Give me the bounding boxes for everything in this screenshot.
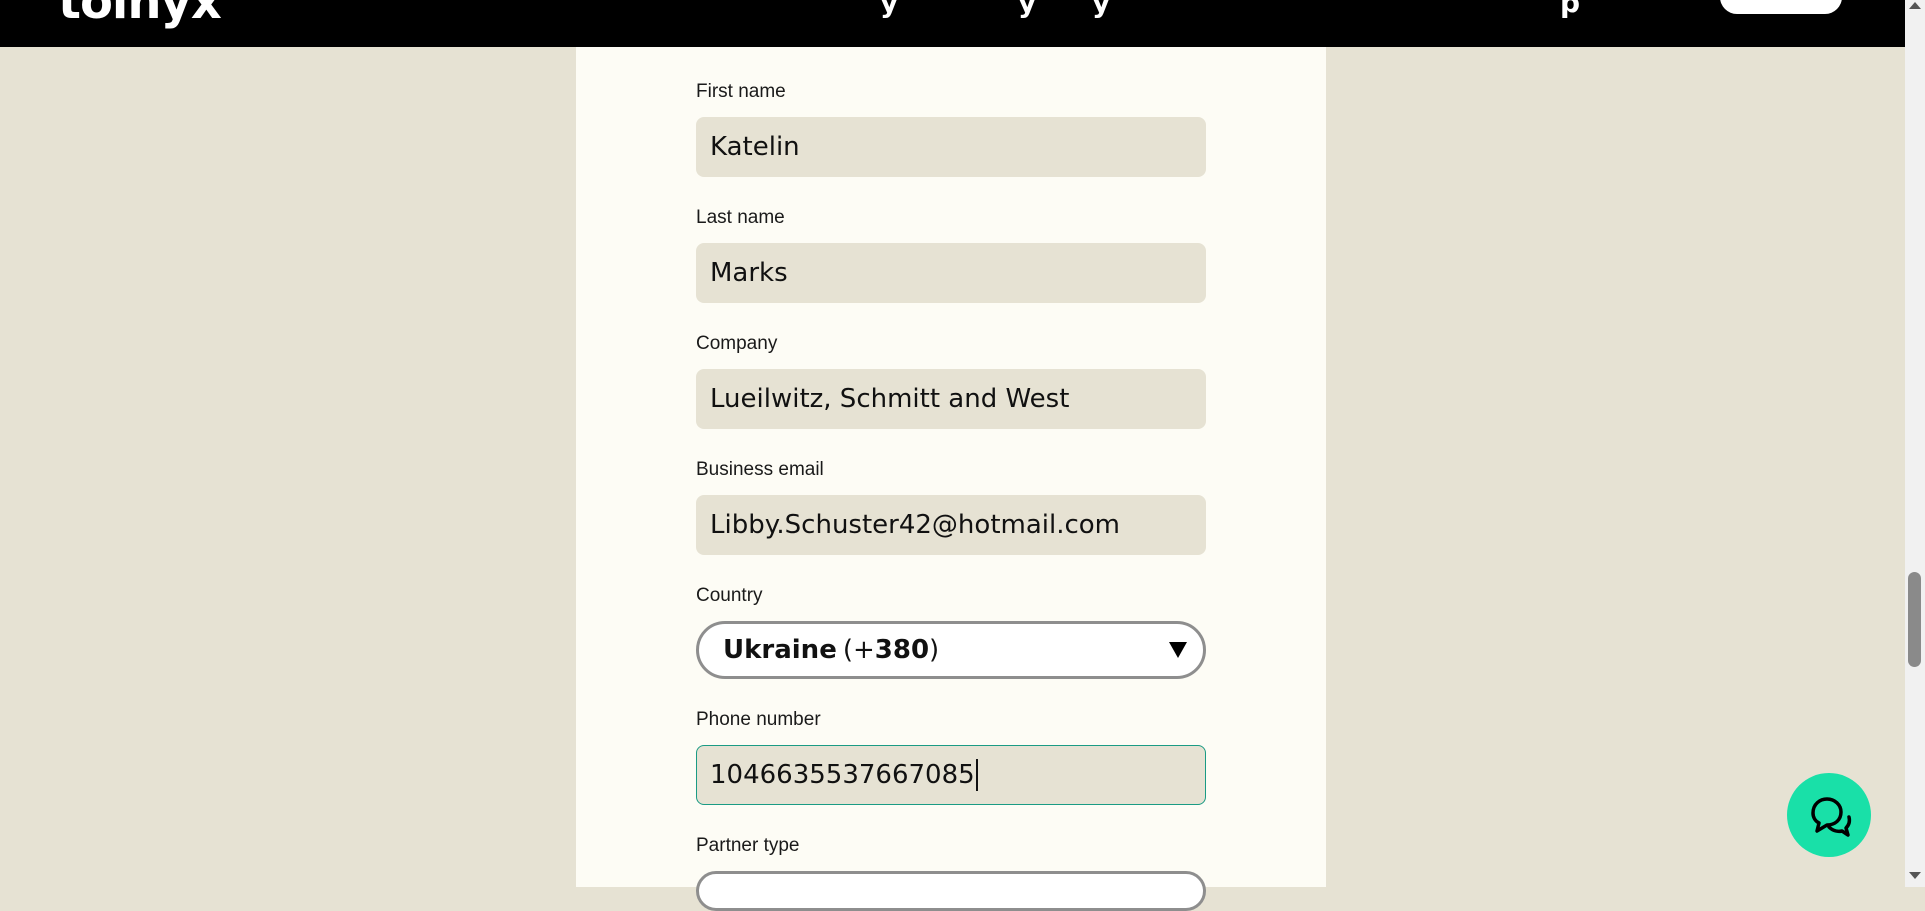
country-name: Ukraine [723, 635, 837, 665]
phone-number-label: Phone number [696, 709, 821, 730]
nav-item[interactable]: p [1560, 0, 1580, 19]
nav-item[interactable]: y [1092, 0, 1110, 19]
chat-button[interactable] [1787, 773, 1871, 857]
business-email-field[interactable]: Libby.Schuster42@hotmail.com [696, 495, 1206, 555]
triangle-down-icon [1169, 642, 1187, 658]
last-name-field[interactable]: Marks [696, 243, 1206, 303]
last-name-label: Last name [696, 207, 785, 228]
scroll-down-arrow-icon[interactable] [1909, 872, 1921, 879]
scrollbar-track[interactable] [1905, 0, 1925, 887]
text-caret [975, 759, 978, 791]
scroll-up-arrow-icon[interactable] [1909, 2, 1921, 9]
last-name-value: Marks [710, 258, 788, 288]
partner-type-select[interactable] [696, 871, 1206, 911]
header-cta-button[interactable] [1720, 0, 1842, 14]
phone-number-field[interactable]: 1046635537667085 [696, 745, 1206, 805]
first-name-value: Katelin [710, 132, 800, 162]
nav-item[interactable]: y [880, 0, 898, 19]
business-email-value: Libby.Schuster42@hotmail.com [710, 510, 1121, 540]
nav-item[interactable]: y [1018, 0, 1036, 19]
business-email-label: Business email [696, 459, 824, 480]
first-name-field[interactable]: Katelin [696, 117, 1206, 177]
country-dial-code: (+380) [842, 635, 940, 665]
brand-logo[interactable]: tolnyx [58, 0, 222, 30]
country-select[interactable]: Ukraine (+380) [696, 621, 1206, 679]
scrollbar-thumb[interactable] [1908, 572, 1921, 667]
top-navigation-bar: tolnyx y y y p [0, 0, 1905, 47]
company-label: Company [696, 333, 778, 354]
first-name-label: First name [696, 81, 786, 102]
partner-type-label: Partner type [696, 835, 800, 856]
chat-bubbles-icon [1811, 797, 1852, 837]
phone-number-value: 1046635537667085 [710, 760, 975, 790]
company-value: Lueilwitz, Schmitt and West [710, 384, 1070, 414]
country-label: Country [696, 585, 763, 606]
company-field[interactable]: Lueilwitz, Schmitt and West [696, 369, 1206, 429]
